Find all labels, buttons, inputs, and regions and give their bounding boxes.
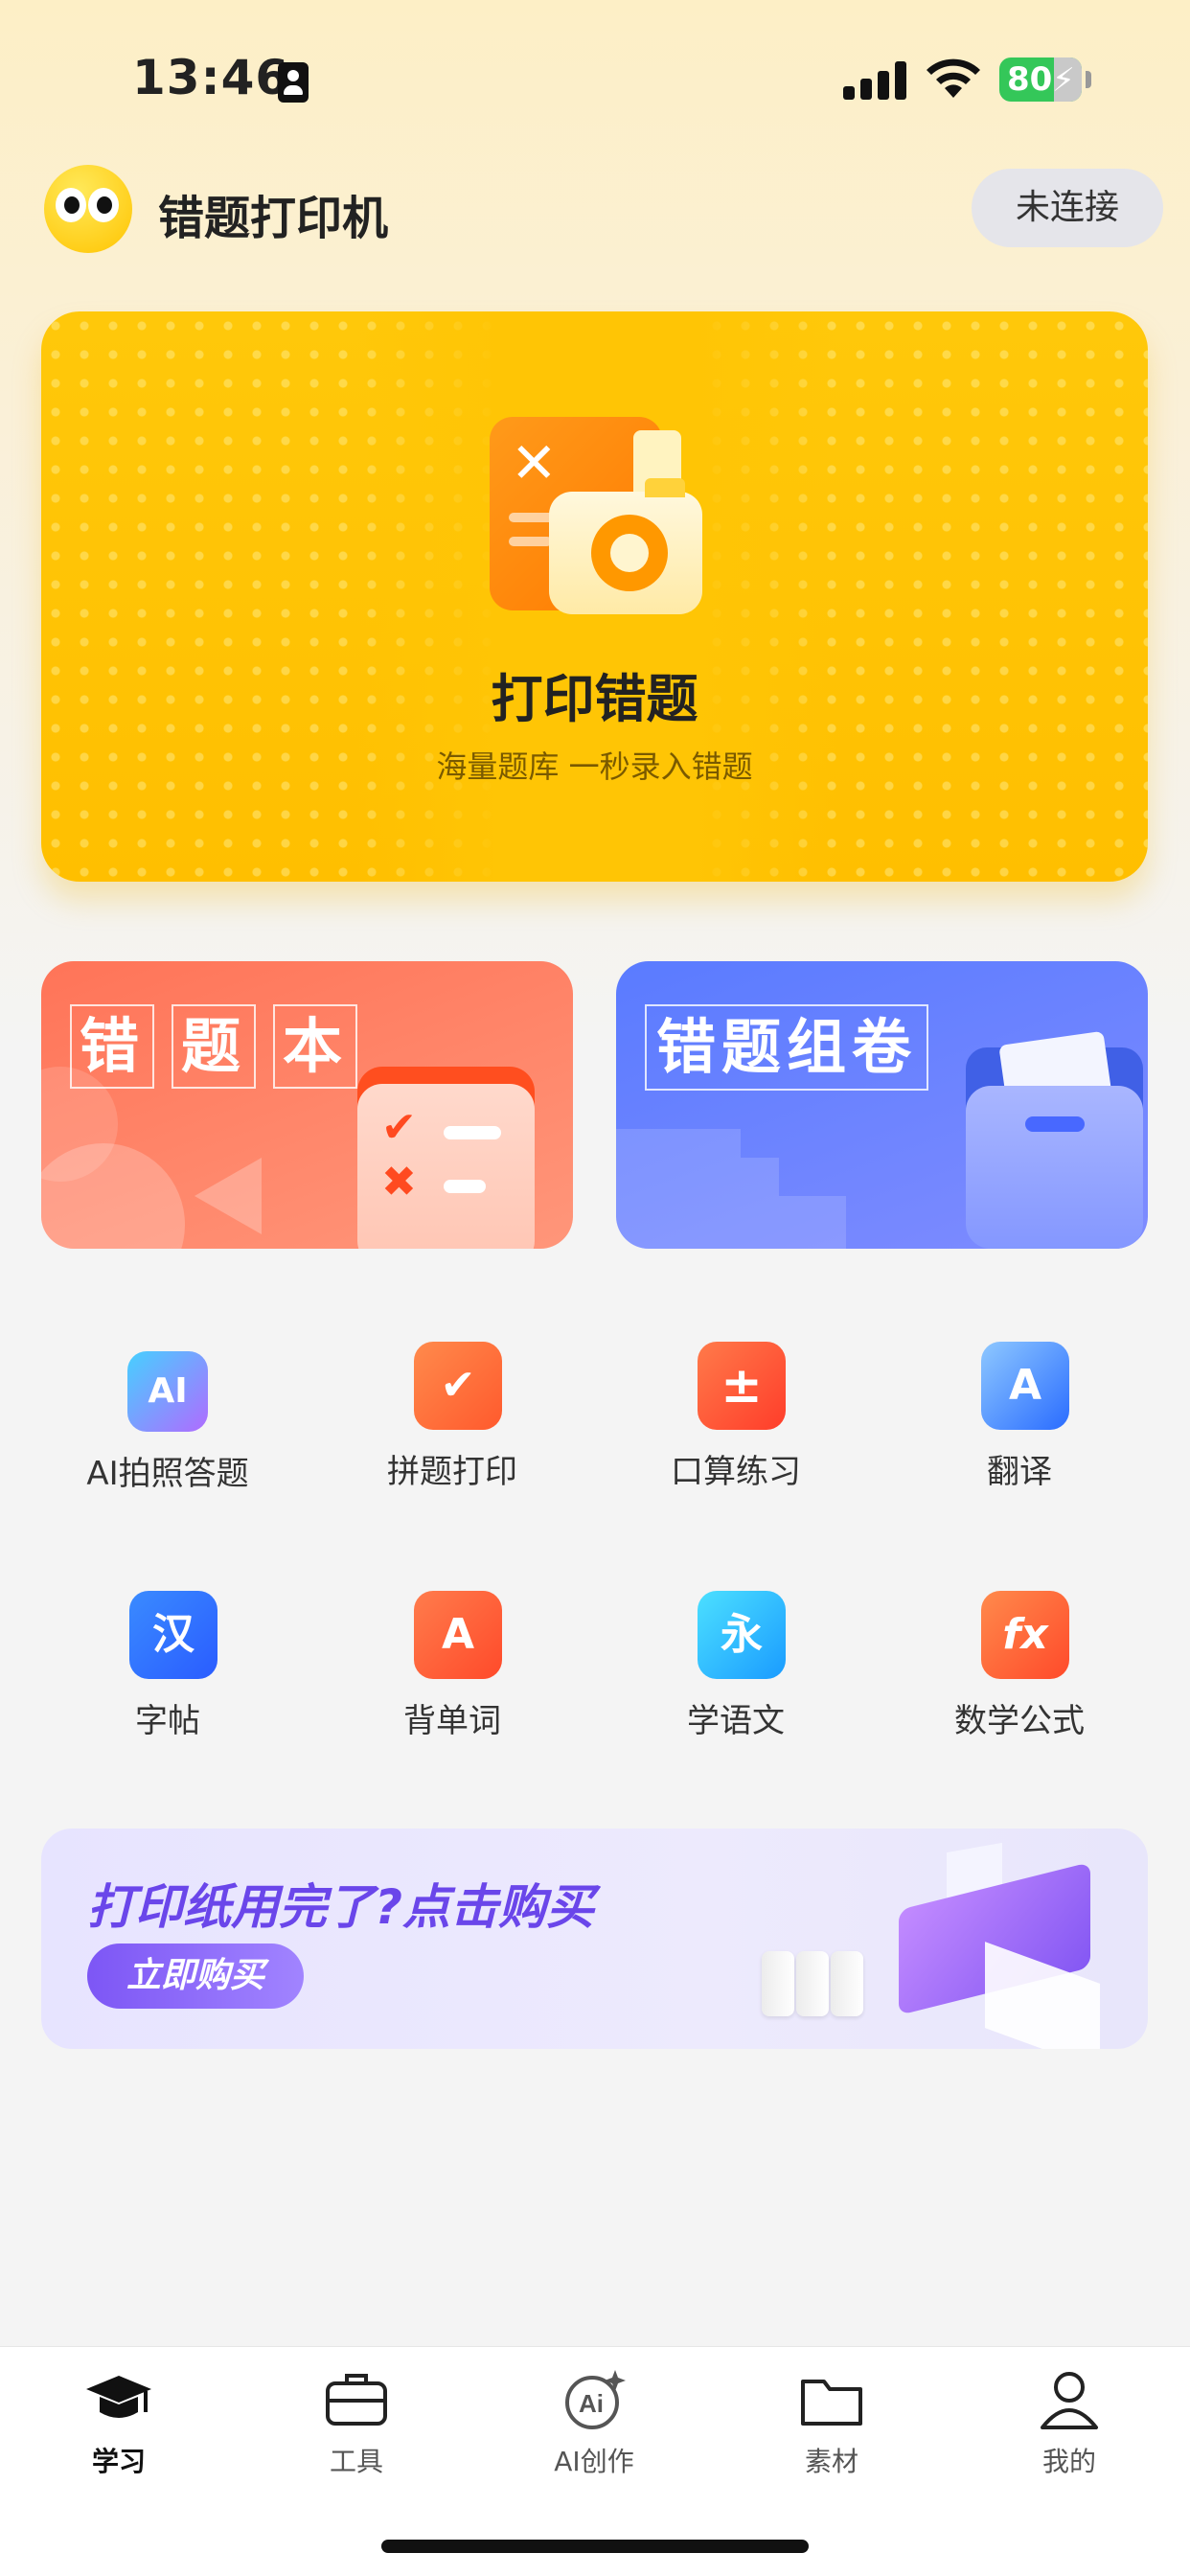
ai-create-icon: Ai — [565, 2370, 626, 2429]
feature-label: 翻译 — [987, 1453, 1052, 1491]
mistake-book-title: 错题本 — [70, 1004, 375, 1089]
buy-now-button[interactable]: 立即购买 — [87, 1944, 304, 2009]
hero-title: 打印错题 — [491, 669, 698, 729]
hero-subtitle: 海量题库 一秒录入错题 — [436, 748, 753, 785]
compose-paper-card[interactable]: 错题组卷 — [616, 961, 1148, 1249]
tab-label: 工具 — [329, 2446, 383, 2477]
chinese-book-icon: 永 — [698, 1591, 786, 1679]
banner-title: 打印纸用完了?点击购买 — [87, 1879, 595, 1935]
tab-materials[interactable]: 素材 — [713, 2347, 950, 2491]
feature-label: 字帖 — [135, 1702, 200, 1740]
app-logo — [44, 165, 132, 253]
hanzi-icon: 汉 — [129, 1591, 217, 1679]
translate-icon: A — [981, 1342, 1069, 1430]
logo-eye-right — [88, 188, 119, 222]
toolbox-icon — [326, 2374, 387, 2426]
wifi-icon — [927, 58, 980, 98]
tab-ai-create[interactable]: Ai AI创作 — [475, 2347, 713, 2491]
feature-copybook[interactable]: 汉 字帖 — [24, 1591, 311, 1744]
graduation-cap-icon — [86, 2376, 151, 2418]
feature-mental-math[interactable]: ± 口算练习 — [592, 1342, 880, 1495]
app-title: 错题打印机 — [158, 192, 389, 245]
ai-camera-icon: AI — [127, 1351, 208, 1432]
feature-chinese[interactable]: 永 学语文 — [592, 1591, 880, 1744]
profile-icon — [1041, 2372, 1098, 2429]
home-indicator[interactable] — [381, 2540, 809, 2553]
app-header: 错题打印机 未连接 — [0, 153, 1190, 268]
feature-label: AI拍照答题 — [86, 1455, 249, 1493]
feature-translate[interactable]: A 翻译 — [876, 1342, 1163, 1495]
tab-label: AI创作 — [554, 2446, 634, 2477]
feature-label: 学语文 — [687, 1702, 785, 1740]
buy-paper-banner[interactable]: 打印纸用完了?点击购买 立即购买 — [41, 1828, 1148, 2049]
svg-text:Ai: Ai — [579, 2389, 604, 2418]
cellular-signal-icon — [843, 61, 908, 100]
status-time: 13:46 — [132, 50, 290, 105]
checklist-book-icon: ✔ — [414, 1342, 502, 1430]
tab-study[interactable]: 学习 — [0, 2347, 238, 2491]
feature-combine-print[interactable]: ✔ 拼题打印 — [309, 1342, 596, 1495]
tab-tools[interactable]: 工具 — [238, 2347, 475, 2491]
feature-label: 数学公式 — [954, 1702, 1085, 1740]
feature-label: 背单词 — [403, 1702, 501, 1740]
printer-icon — [875, 1842, 1143, 2049]
print-mistakes-card[interactable]: ✕ 打印错题 海量题库 一秒录入错题 — [41, 311, 1148, 882]
folder-icon — [801, 2380, 862, 2426]
charging-bolt-icon: ⚡ — [1052, 61, 1075, 100]
tab-profile[interactable]: 我的 — [950, 2347, 1188, 2491]
tab-label: 我的 — [1041, 2446, 1096, 2477]
feature-math-formula[interactable]: fx 数学公式 — [876, 1591, 1163, 1744]
status-bar: 13:46 80 ⚡ — [0, 0, 1190, 144]
feature-label: 拼题打印 — [387, 1453, 517, 1491]
contact-card-icon — [278, 62, 309, 103]
tab-label: 素材 — [804, 2446, 858, 2477]
battery-level: 80 — [1007, 60, 1053, 99]
formula-icon: fx — [981, 1591, 1069, 1679]
connect-status-button[interactable]: 未连接 — [972, 169, 1163, 247]
compose-paper-title: 错题组卷 — [645, 1004, 929, 1091]
feature-ai-photo-answer[interactable]: AI AI拍照答题 — [24, 1351, 311, 1505]
feature-label: 口算练习 — [671, 1453, 801, 1491]
logo-eye-left — [56, 188, 86, 222]
feature-vocabulary[interactable]: A 背单词 — [309, 1591, 596, 1744]
mistake-book-card[interactable]: 错题本 ✔ ✖ — [41, 961, 573, 1249]
calculator-icon: ± — [698, 1342, 786, 1430]
vocabulary-icon: A — [414, 1591, 502, 1679]
camera-print-icon: ✕ — [490, 417, 710, 618]
tab-label: 学习 — [91, 2446, 146, 2477]
